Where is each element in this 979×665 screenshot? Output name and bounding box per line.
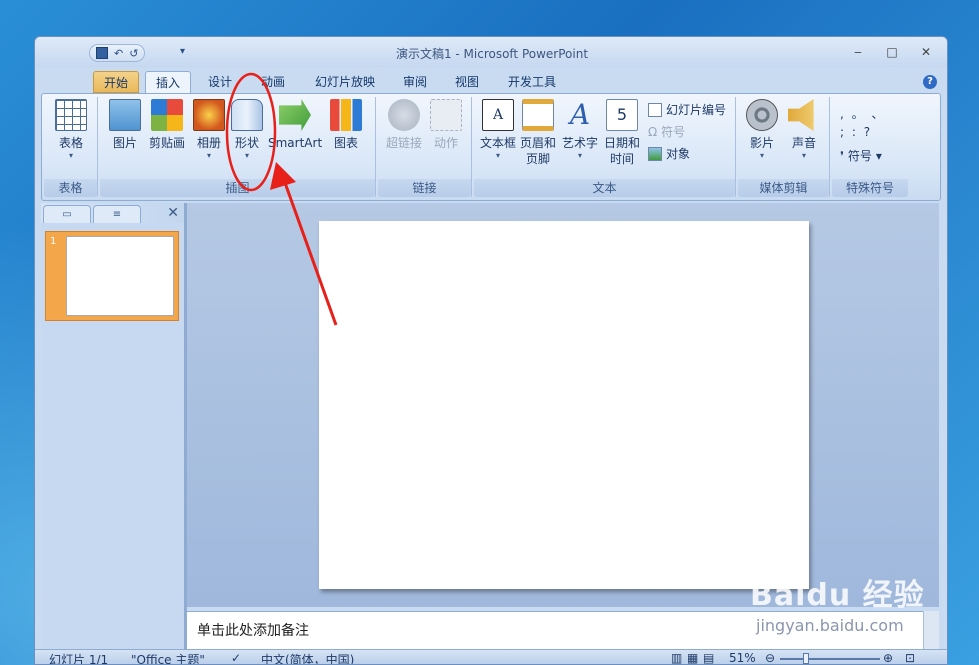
hyperlink-icon bbox=[388, 99, 420, 131]
slides-pane: ▭ ≡ ✕ 1 bbox=[41, 203, 187, 649]
slides-pane-tabs: ▭ ≡ ✕ bbox=[41, 203, 187, 223]
tab-design[interactable]: 设计 bbox=[198, 71, 242, 93]
outline-tab[interactable]: ≡ bbox=[93, 205, 141, 223]
slide-thumbnail-icon: ▭ bbox=[62, 209, 72, 220]
omega-icon: Ω bbox=[648, 124, 658, 139]
group-label-media: 媒体剪辑 bbox=[738, 179, 829, 197]
slide-thumbnail-selected[interactable]: 1 bbox=[45, 231, 179, 321]
group-label-links: 链接 bbox=[378, 179, 471, 197]
close-button[interactable]: ✕ bbox=[911, 43, 941, 61]
photo-album-button[interactable]: 相册 ▾ bbox=[192, 99, 226, 161]
tab-view[interactable]: 视图 bbox=[445, 71, 489, 93]
tab-review[interactable]: 审阅 bbox=[393, 71, 437, 93]
slideshow-view-icon[interactable]: ▤ bbox=[703, 651, 714, 664]
baidu-watermark: Baidu 经验 jingyan.baidu.com bbox=[750, 560, 970, 640]
special-symbol-button[interactable]: ❜ 符号 ▾ bbox=[840, 147, 882, 164]
hyperlink-button[interactable]: 超链接 bbox=[384, 99, 424, 151]
photo-album-icon bbox=[193, 99, 225, 131]
smartart-button[interactable]: SmartArt bbox=[268, 99, 322, 151]
tab-developer[interactable]: 开发工具 bbox=[498, 71, 566, 93]
slide-editor bbox=[187, 203, 939, 607]
movie-button[interactable]: 影片 ▾ bbox=[742, 99, 782, 161]
symbol-button[interactable]: Ω 符号 bbox=[648, 123, 685, 140]
tab-animation[interactable]: 动画 bbox=[251, 71, 295, 93]
status-bar: 幻灯片 1/1 "Office 主题" ✓ 中文(简体，中国) ▥ ▦ ▤ 51… bbox=[35, 649, 947, 665]
zoom-out-icon[interactable]: ⊖ bbox=[765, 651, 775, 664]
slide-canvas[interactable] bbox=[319, 221, 809, 589]
sound-button[interactable]: 声音 ▾ bbox=[784, 99, 824, 161]
window-title: 演示文稿1 - Microsoft PowerPoint bbox=[395, 47, 589, 61]
slide-thumbnail-image bbox=[66, 236, 174, 316]
group-illustrations: 图片 剪贴画 相册 ▾ 形状 ▾ SmartArt 图表 插图 bbox=[100, 97, 376, 197]
slide-thumbnails: 1 bbox=[41, 223, 184, 649]
shapes-button[interactable]: 形状 ▾ bbox=[230, 99, 264, 161]
special-symbols-row-2[interactable]: ; : ? bbox=[840, 125, 872, 139]
group-links: 超链接 动作 链接 bbox=[378, 97, 472, 197]
maximize-button[interactable]: □ bbox=[877, 43, 907, 61]
group-text: A 文本框 ▾ 页眉和 页脚 A 艺术字 ▾ 5 日期和 时间 幻灯片编号 Ω … bbox=[474, 97, 736, 197]
picture-button[interactable]: 图片 bbox=[108, 99, 142, 151]
watermark-url: jingyan.baidu.com bbox=[756, 616, 904, 635]
header-footer-button[interactable]: 页眉和 页脚 bbox=[518, 99, 558, 167]
title-bar: ↶ ↺ ▾ 演示文稿1 - Microsoft PowerPoint ‒ □ ✕ bbox=[35, 37, 947, 67]
group-tables: 表格 ▾ 表格 bbox=[44, 97, 98, 197]
table-button[interactable]: 表格 ▾ bbox=[50, 99, 92, 161]
clipart-icon bbox=[151, 99, 183, 131]
special-symbols-row-1[interactable]: , 。 、 bbox=[840, 105, 885, 122]
bullet-icon: ❜ bbox=[840, 148, 844, 163]
textbox-icon: A bbox=[482, 99, 514, 131]
smartart-icon bbox=[279, 99, 311, 131]
object-icon bbox=[648, 146, 662, 161]
tab-home[interactable]: 开始 bbox=[93, 71, 140, 93]
slides-tab[interactable]: ▭ bbox=[43, 205, 91, 223]
picture-icon bbox=[109, 99, 141, 131]
action-icon bbox=[430, 99, 462, 131]
normal-view-icon[interactable]: ▥ bbox=[671, 651, 682, 664]
slide-number-icon bbox=[648, 102, 662, 117]
ribbon: 表格 ▾ 表格 图片 剪贴画 相册 ▾ 形状 ▾ SmartArt 图表 插图 … bbox=[41, 93, 941, 201]
chart-button[interactable]: 图表 bbox=[328, 99, 364, 151]
calendar-icon: 5 bbox=[606, 99, 638, 131]
group-label-special: 特殊符号 bbox=[832, 179, 908, 197]
zoom-level[interactable]: 51% bbox=[729, 651, 756, 664]
object-button[interactable]: 对象 bbox=[648, 145, 690, 162]
datetime-button[interactable]: 5 日期和 时间 bbox=[602, 99, 642, 167]
speaker-icon bbox=[788, 99, 814, 131]
group-media: 影片 ▾ 声音 ▾ 媒体剪辑 bbox=[738, 97, 830, 197]
wordart-icon: A bbox=[569, 98, 591, 131]
window-controls: ‒ □ ✕ bbox=[843, 43, 941, 61]
status-theme: "Office 主题" bbox=[131, 653, 205, 665]
zoom-slider-thumb[interactable] bbox=[803, 653, 809, 664]
status-slide-count: 幻灯片 1/1 bbox=[49, 653, 109, 665]
tab-insert[interactable]: 插入 bbox=[145, 71, 192, 93]
group-special-symbols: , 。 、 ; : ? ❜ 符号 ▾ 特殊符号 bbox=[832, 97, 908, 197]
ribbon-tabs: 开始 插入 设计 动画 幻灯片放映 审阅 视图 开发工具 bbox=[35, 69, 947, 93]
spell-check-icon[interactable]: ✓ bbox=[231, 651, 241, 664]
action-button[interactable]: 动作 bbox=[428, 99, 464, 151]
sorter-view-icon[interactable]: ▦ bbox=[687, 651, 698, 664]
pane-close-icon[interactable]: ✕ bbox=[167, 205, 179, 221]
group-label-text: 文本 bbox=[474, 179, 735, 197]
help-icon[interactable]: ? bbox=[923, 75, 937, 89]
status-language: 中文(简体，中国) bbox=[261, 653, 355, 665]
chart-icon bbox=[330, 99, 362, 131]
group-label-tables: 表格 bbox=[44, 179, 97, 197]
slide-number-button[interactable]: 幻灯片编号 bbox=[648, 101, 726, 118]
header-footer-icon bbox=[522, 99, 554, 131]
wordart-button[interactable]: A 艺术字 ▾ bbox=[560, 99, 600, 161]
shapes-icon bbox=[231, 99, 263, 131]
zoom-in-icon[interactable]: ⊕ bbox=[883, 651, 893, 664]
minimize-button[interactable]: ‒ bbox=[843, 43, 873, 61]
textbox-button[interactable]: A 文本框 ▾ bbox=[478, 99, 518, 161]
watermark-brand: Baidu 经验 bbox=[750, 578, 925, 613]
fit-window-icon[interactable]: ⊡ bbox=[905, 651, 915, 664]
table-icon bbox=[55, 99, 87, 131]
zoom-slider[interactable] bbox=[780, 658, 880, 660]
outline-icon: ≡ bbox=[112, 209, 122, 220]
group-label-illustrations: 插图 bbox=[100, 179, 375, 197]
film-reel-icon bbox=[746, 99, 778, 131]
tab-slideshow[interactable]: 幻灯片放映 bbox=[305, 71, 385, 93]
clipart-button[interactable]: 剪贴画 bbox=[146, 99, 188, 151]
slide-thumbnail-number: 1 bbox=[50, 236, 57, 247]
